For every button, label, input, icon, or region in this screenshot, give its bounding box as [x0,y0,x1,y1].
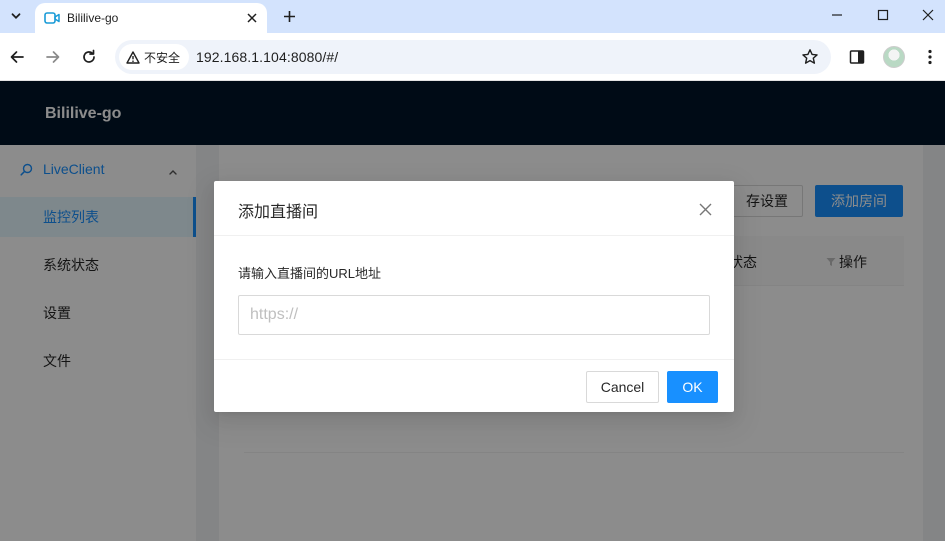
window-close-button[interactable] [905,0,945,30]
modal-header: 添加直播间 [214,181,734,236]
new-tab-button[interactable] [278,5,300,27]
close-icon [699,203,711,215]
close-icon [247,13,257,23]
security-label: 不安全 [144,50,181,65]
ok-button[interactable]: OK [667,371,718,403]
room-url-input[interactable] [238,295,710,335]
tab-title: Bililive-go [67,11,119,25]
tv-favicon-icon [44,11,60,30]
tab-close-button[interactable] [243,9,261,27]
maximize-button[interactable] [860,0,906,30]
tab-search-button[interactable] [5,5,27,27]
profile-avatar[interactable] [883,46,905,68]
url-field-label: 请输入直播间的URL地址 [238,266,382,281]
browser-tab[interactable]: Bililive-go [35,3,267,33]
url-text: 192.168.1.104:8080/#/ [196,49,339,65]
arrow-left-icon [10,51,24,63]
security-chip[interactable]: 不安全 [119,44,190,70]
side-panel-icon [849,50,865,64]
back-button[interactable] [5,45,29,69]
arrow-right-icon [46,51,60,63]
bookmark-button[interactable] [801,48,819,71]
minimize-icon [832,14,842,16]
modal-title: 添加直播间 [238,204,319,221]
forward-button[interactable] [41,45,65,69]
more-vertical-icon [928,49,932,65]
close-icon [922,9,934,21]
warning-icon [126,50,140,64]
star-icon [802,49,818,64]
browser-tabbar: Bililive-go [0,0,945,33]
chevron-down-icon [11,13,21,19]
browser-menu-button[interactable] [918,45,942,69]
add-room-modal: 添加直播间 请输入直播间的URL地址 Cancel OK [214,181,734,412]
modal-footer: Cancel OK [214,359,734,412]
reload-icon [83,49,95,63]
browser-toolbar: 不安全 192.168.1.104:8080/#/ [0,33,945,81]
cancel-button[interactable]: Cancel [586,371,659,403]
address-bar[interactable]: 不安全 192.168.1.104:8080/#/ [115,40,831,74]
reload-button[interactable] [77,45,101,69]
side-panel-button[interactable] [845,45,869,69]
maximize-icon [877,9,889,21]
plus-icon [283,10,295,22]
modal-close-button[interactable] [694,198,716,220]
minimize-button[interactable] [814,0,860,30]
